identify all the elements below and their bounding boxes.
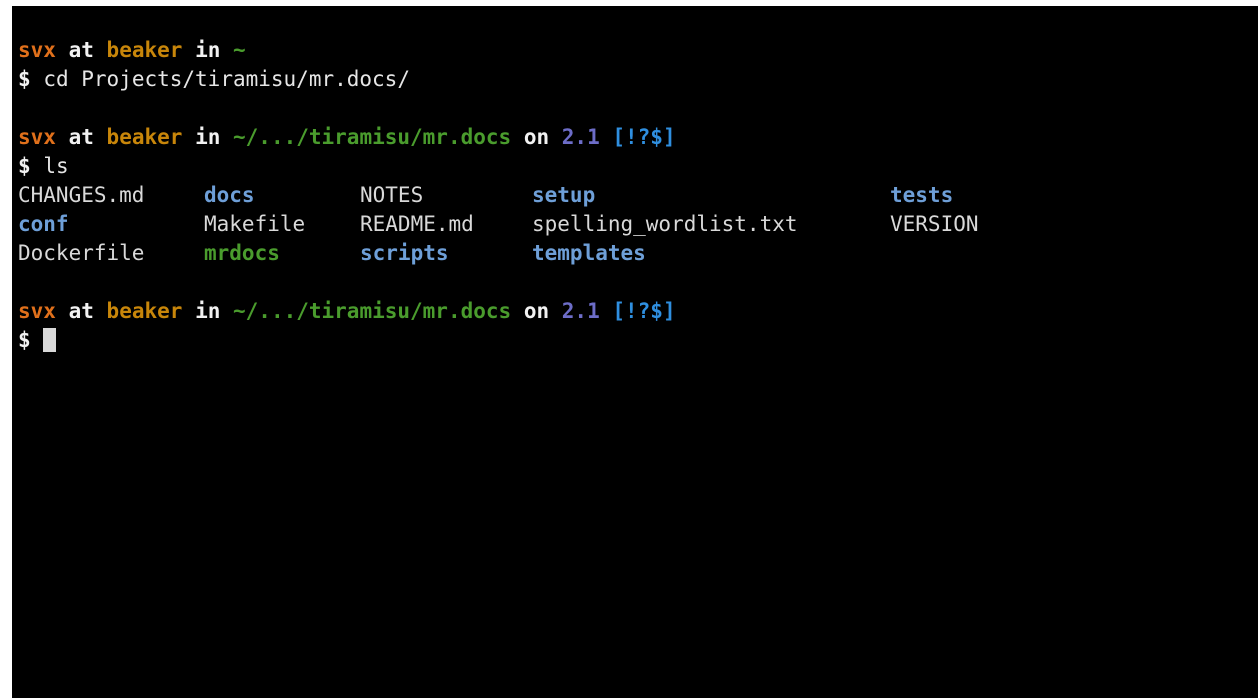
prompt-path: ~/.../tiramisu/mr.docs: [233, 125, 512, 149]
git-status: [!?$]: [612, 125, 676, 149]
prompt-at: at: [68, 38, 94, 62]
terminal-screen: svx at beaker in ~ $ cd Projects/tiramis…: [18, 36, 1010, 355]
ls-entry: NOTES: [360, 183, 424, 207]
command-line-1: $ cd Projects/tiramisu/mr.docs/: [18, 65, 1010, 94]
command-line-3[interactable]: $: [18, 326, 1010, 355]
terminal-window[interactable]: svx at beaker in ~ $ cd Projects/tiramis…: [12, 6, 1258, 698]
text-cursor[interactable]: [43, 328, 57, 352]
prompt-in: in: [195, 299, 221, 323]
prompt-path: ~/.../tiramisu/mr.docs: [233, 299, 512, 323]
ls-output: CHANGES.md docs NOTES setup tests conf Makefil…: [18, 181, 1010, 268]
ls-entry: templates: [532, 241, 646, 265]
ls-entry: mrdocs: [204, 241, 280, 265]
command-line-2: $ ls: [18, 152, 1010, 181]
ls-entry: VERSION: [890, 212, 979, 236]
ls-entry: conf: [18, 212, 69, 236]
command-text: cd Projects/tiramisu/mr.docs/: [43, 67, 410, 91]
prompt-line-1: svx at beaker in ~: [18, 36, 1010, 65]
prompt-on: on: [523, 125, 550, 149]
ls-entry: [890, 239, 1010, 268]
ls-entry: Dockerfile: [18, 241, 145, 265]
prompt-path: ~: [233, 38, 246, 62]
prompt-line-3: svx at beaker in ~/.../tiramisu/mr.docs …: [18, 297, 1010, 326]
command-text: ls: [43, 154, 69, 178]
ls-entry: docs: [204, 183, 255, 207]
prompt-at: at: [68, 125, 94, 149]
ls-entry: scripts: [360, 241, 449, 265]
ls-entry: CHANGES.md: [18, 183, 145, 207]
prompt-host: beaker: [106, 125, 183, 149]
prompt-dollar: $: [18, 154, 31, 178]
prompt-at: at: [68, 299, 94, 323]
ls-entry: setup: [532, 183, 596, 207]
ls-entry: Makefile: [204, 212, 306, 236]
prompt-dollar: $: [18, 328, 31, 352]
ls-entry: spelling_wordlist.txt: [532, 212, 798, 236]
prompt-user: svx: [18, 299, 56, 323]
ls-entry: tests: [890, 183, 954, 207]
git-status: [!?$]: [612, 299, 676, 323]
prompt-in: in: [195, 38, 221, 62]
git-branch: 2.1: [561, 299, 600, 323]
prompt-on: on: [523, 299, 550, 323]
prompt-host: beaker: [106, 38, 183, 62]
prompt-user: svx: [18, 125, 56, 149]
prompt-user: svx: [18, 38, 56, 62]
prompt-line-2: svx at beaker in ~/.../tiramisu/mr.docs …: [18, 123, 1010, 152]
ls-entry: README.md: [360, 212, 474, 236]
prompt-in: in: [195, 125, 221, 149]
prompt-dollar: $: [18, 67, 31, 91]
git-branch: 2.1: [561, 125, 600, 149]
prompt-host: beaker: [106, 299, 183, 323]
